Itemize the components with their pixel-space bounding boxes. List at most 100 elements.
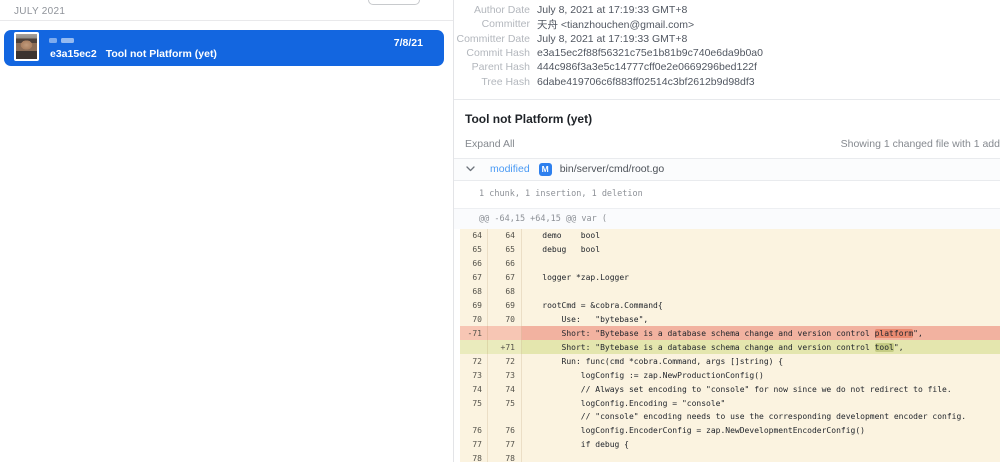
commit-short-hash: e3a15ec2 <box>50 48 97 60</box>
meta-label: Commit Hash <box>454 47 530 59</box>
new-line-number: 77 <box>488 438 522 452</box>
code-text: if debug { <box>522 438 1000 452</box>
code-text: Use: "bytebase", <box>522 312 1000 326</box>
new-line-number: 78 <box>488 452 522 462</box>
avatar <box>14 32 39 61</box>
diff-line: 70 70 Use: "bytebase", <box>460 312 1000 326</box>
new-line-number <box>488 326 522 340</box>
commit-metadata: Author Date July 8, 2021 at 17:19:33 GMT… <box>454 0 1000 89</box>
scroll-indicator-fragment <box>368 0 420 5</box>
new-line-number <box>488 410 522 424</box>
code-text: Run: func(cmd *cobra.Command, args []str… <box>522 354 1000 368</box>
code-text: // "console" encoding needs to use the c… <box>522 410 1000 424</box>
diff-line: 69 69 rootCmd = &cobra.Command{ <box>460 298 1000 312</box>
old-line-number: 75 <box>460 396 488 410</box>
old-line-number: 73 <box>460 368 488 382</box>
new-line-number: 65 <box>488 243 522 257</box>
diff-line: 65 65 debug bool <box>460 243 1000 257</box>
modified-badge: M <box>539 163 552 176</box>
diff-line: 75 75 logConfig.Encoding = "console" <box>460 396 1000 410</box>
diff-line: 68 68 <box>460 285 1000 299</box>
meta-value: 444c986f3a3e5c14777cff0e2e0669296bed122f <box>537 61 757 73</box>
ref-badge-icon <box>61 38 74 43</box>
commit-list-panel: JULY 2021 7/8/21 e3a15ec2 Tool not Platf… <box>0 0 454 462</box>
old-line-number: 70 <box>460 312 488 326</box>
meta-label: Committer Date <box>454 33 530 45</box>
code-text: // Always set encoding to "console" for … <box>522 382 1000 396</box>
diff-line: 78 78 <box>460 452 1000 462</box>
old-line-number: 77 <box>460 438 488 452</box>
code-text: demo bool <box>522 229 1000 243</box>
file-status-label: modified <box>490 163 530 175</box>
new-line-number: 70 <box>488 312 522 326</box>
diff-line: // "console" encoding needs to use the c… <box>460 410 1000 424</box>
diff-line: 72 72 Run: func(cmd *cobra.Command, args… <box>460 354 1000 368</box>
code-text: logConfig.Encoding = "console" <box>522 396 1000 410</box>
diff-line: 66 66 <box>460 257 1000 271</box>
new-line-number: 66 <box>488 257 522 271</box>
old-line-number <box>460 340 488 354</box>
meta-row: Parent Hash 444c986f3a3e5c14777cff0e2e06… <box>454 60 1000 74</box>
code-text: logConfig.EncoderConfig = zap.NewDevelop… <box>522 424 1000 438</box>
code-text: Short: "Bytebase is a database schema ch… <box>522 340 1000 354</box>
new-line-number: 72 <box>488 354 522 368</box>
old-line-number: 78 <box>460 452 488 462</box>
meta-row: Commit Hash e3a15ec2f88f56321c75e1b81b9c… <box>454 46 1000 60</box>
new-line-number: 73 <box>488 368 522 382</box>
new-line-number: +71 <box>488 340 522 354</box>
code-text: rootCmd = &cobra.Command{ <box>522 298 1000 312</box>
meta-row: Committer Date July 8, 2021 at 17:19:33 … <box>454 32 1000 46</box>
commit-list-item-selected[interactable]: 7/8/21 e3a15ec2 Tool not Platform (yet) <box>4 30 444 66</box>
code-text: debug bool <box>522 243 1000 257</box>
code-text <box>522 285 1000 299</box>
git-client-window: JULY 2021 7/8/21 e3a15ec2 Tool not Platf… <box>0 0 1000 462</box>
new-line-number: 74 <box>488 382 522 396</box>
commit-date: 7/8/21 <box>394 37 423 49</box>
diff-toolbar: Expand All Showing 1 changed file with 1… <box>454 138 1000 150</box>
meta-value: e3a15ec2f88f56321c75e1b81b9c740e6da9b0a0 <box>537 47 763 59</box>
commit-title: Tool not Platform (yet) <box>465 112 1000 126</box>
meta-row: Committer 天舟 <tianzhouchen@gmail.com> <box>454 17 1000 31</box>
chunk-stats: 1 chunk, 1 insertion, 1 deletion <box>454 181 1000 208</box>
old-line-number: 69 <box>460 298 488 312</box>
diff-line: 76 76 logConfig.EncoderConfig = zap.NewD… <box>460 424 1000 438</box>
expand-all-button[interactable]: Expand All <box>465 138 515 150</box>
diff-line: 64 64 demo bool <box>460 229 1000 243</box>
meta-value: 6dabe419706c6f883ff02514c3bf2612b9d98df3 <box>537 76 755 88</box>
meta-value: 天舟 <tianzhouchen@gmail.com> <box>537 17 694 32</box>
meta-value: July 8, 2021 at 17:19:33 GMT+8 <box>537 4 687 16</box>
old-line-number: 67 <box>460 271 488 285</box>
old-line-number: 74 <box>460 382 488 396</box>
old-line-number: 64 <box>460 229 488 243</box>
diff-line: 77 77 if debug { <box>460 438 1000 452</box>
code-text <box>522 452 1000 462</box>
hunk-header: @@ -64,15 +64,15 @@ var ( <box>454 208 1000 229</box>
changed-files-summary: Showing 1 changed file with 1 add <box>841 138 1000 150</box>
meta-row: Author Date July 8, 2021 at 17:19:33 GMT… <box>454 3 1000 17</box>
code-text: logger *zap.Logger <box>522 271 1000 285</box>
diff-line: 67 67 logger *zap.Logger <box>460 271 1000 285</box>
file-diff-header[interactable]: modified M bin/server/cmd/root.go <box>454 158 1000 181</box>
diff-line: 74 74 // Always set encoding to "console… <box>460 382 1000 396</box>
meta-label: Tree Hash <box>454 76 530 88</box>
meta-label: Parent Hash <box>454 61 530 73</box>
meta-row: Tree Hash 6dabe419706c6f883ff02514c3bf26… <box>454 74 1000 88</box>
ref-badges <box>49 38 74 43</box>
diff-line: 73 73 logConfig := zap.NewProductionConf… <box>460 368 1000 382</box>
new-line-number: 75 <box>488 396 522 410</box>
old-line-number <box>460 410 488 424</box>
code-text: Short: "Bytebase is a database schema ch… <box>522 326 1000 340</box>
meta-label: Committer <box>454 18 530 30</box>
diff-line: +71 Short: "Bytebase is a database schem… <box>460 340 1000 354</box>
meta-value: July 8, 2021 at 17:19:33 GMT+8 <box>537 33 687 45</box>
new-line-number: 76 <box>488 424 522 438</box>
new-line-number: 67 <box>488 271 522 285</box>
chevron-down-icon[interactable] <box>466 166 475 172</box>
file-path: bin/server/cmd/root.go <box>560 163 664 175</box>
old-line-number: -71 <box>460 326 488 340</box>
diff-view: 64 64 demo bool 65 65 debug bool 66 66 6… <box>460 229 1000 462</box>
code-text: logConfig := zap.NewProductionConfig() <box>522 368 1000 382</box>
old-line-number: 72 <box>460 354 488 368</box>
divider <box>454 99 1000 100</box>
new-line-number: 64 <box>488 229 522 243</box>
